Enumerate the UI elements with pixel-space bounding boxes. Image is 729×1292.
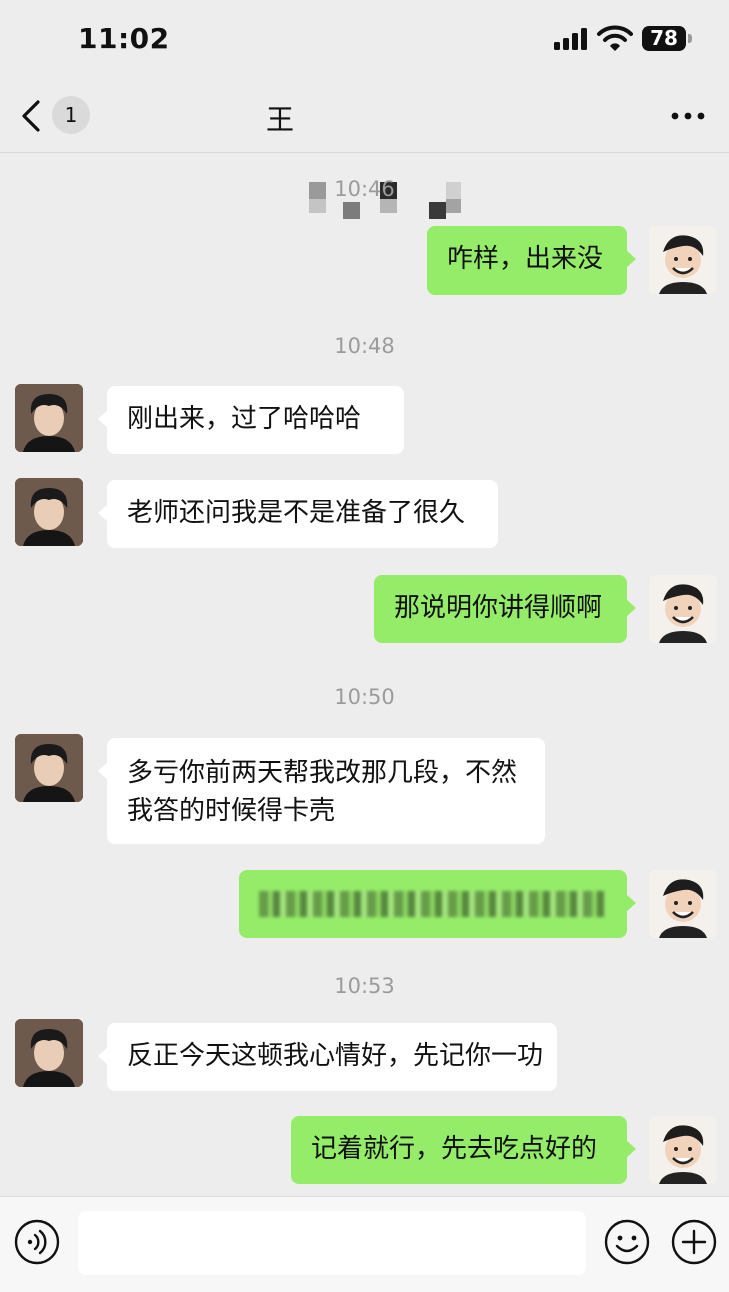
- my-avatar[interactable]: [649, 870, 717, 938]
- contact-avatar[interactable]: [15, 1019, 83, 1087]
- emoji-icon[interactable]: [604, 1219, 650, 1265]
- my-avatar[interactable]: [649, 575, 717, 643]
- more-options-icon[interactable]: [671, 112, 705, 120]
- timestamp: 10:50: [334, 685, 395, 709]
- obscured-text: [259, 890, 605, 917]
- message-input[interactable]: [78, 1211, 586, 1275]
- my-avatar[interactable]: [649, 226, 717, 294]
- input-bar: [0, 1196, 729, 1292]
- contact-avatar[interactable]: [15, 734, 83, 802]
- plus-icon[interactable]: [671, 1219, 717, 1265]
- unread-count-badge[interactable]: 1: [52, 96, 90, 134]
- timestamp: 10:48: [334, 334, 395, 358]
- back-chevron-icon[interactable]: [18, 98, 44, 134]
- status-bar: 11:02 78: [0, 0, 729, 78]
- sent-message-bubble-obscured[interactable]: [239, 870, 636, 938]
- wifi-icon: [597, 25, 633, 51]
- battery-level: 78: [642, 26, 686, 51]
- contact-avatar[interactable]: [15, 478, 83, 546]
- received-message-bubble[interactable]: 老师还问我是不是准备了很久: [98, 480, 498, 548]
- sent-message-bubble[interactable]: 那说明你讲得顺啊: [374, 575, 636, 643]
- sent-message-bubble[interactable]: 记着就行，先去吃点好的: [291, 1116, 636, 1184]
- chat-title[interactable]: 王: [266, 98, 294, 138]
- chat-header: 1 王: [0, 78, 729, 219]
- voice-icon[interactable]: [14, 1219, 60, 1265]
- my-avatar[interactable]: [649, 1116, 717, 1184]
- received-message-bubble[interactable]: 刚出来，过了哈哈哈: [98, 386, 404, 454]
- received-message-bubble[interactable]: 多亏你前两天帮我改那几段，不然我答的时候得卡壳: [98, 738, 545, 844]
- battery-icon: 78: [642, 26, 692, 51]
- timestamp: 10:46: [334, 177, 395, 201]
- status-time: 11:02: [78, 22, 170, 55]
- timestamp: 10:53: [334, 974, 395, 998]
- signal-icon: [554, 28, 587, 50]
- contact-avatar[interactable]: [15, 384, 83, 452]
- received-message-bubble[interactable]: 反正今天这顿我心情好，先记你一功: [98, 1023, 557, 1091]
- sent-message-bubble[interactable]: 咋样，出来没: [427, 226, 636, 295]
